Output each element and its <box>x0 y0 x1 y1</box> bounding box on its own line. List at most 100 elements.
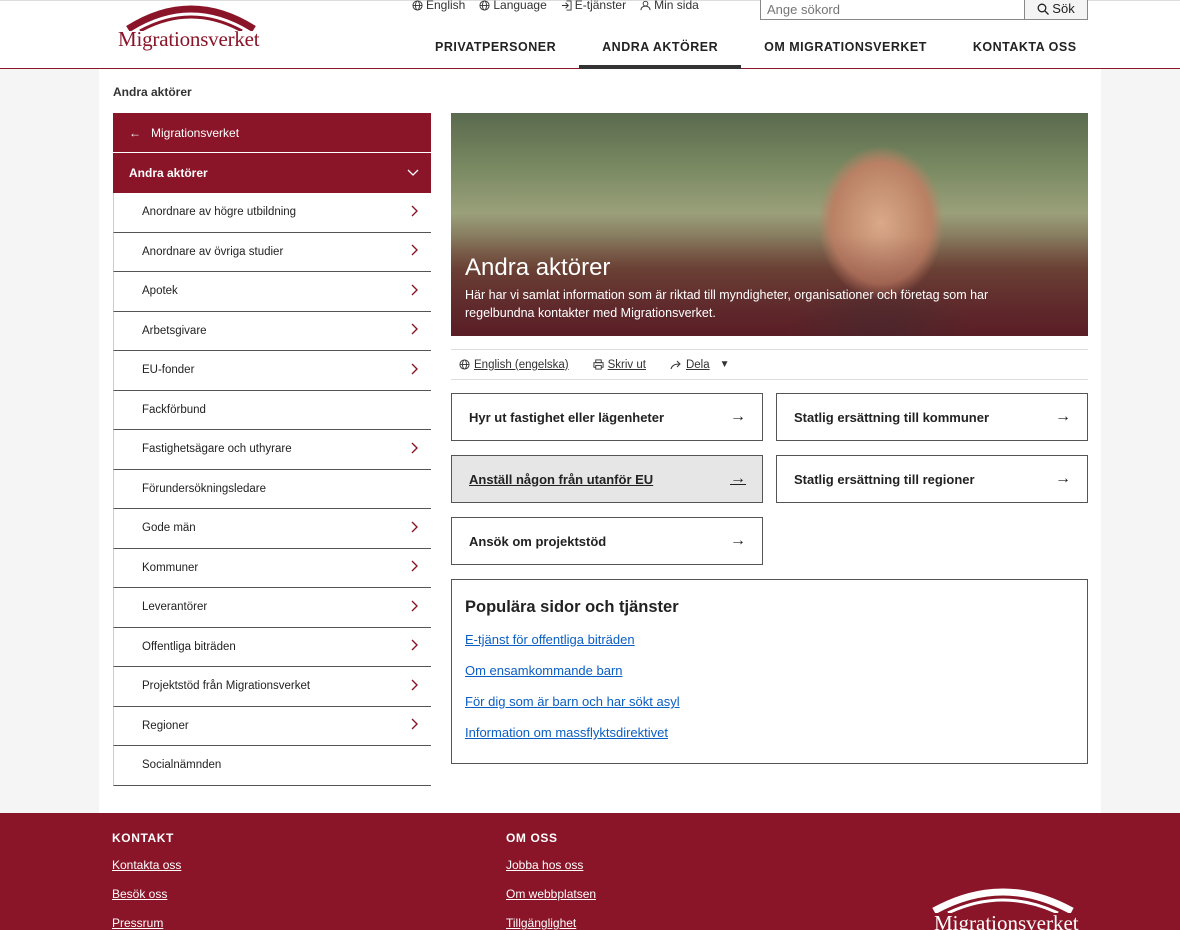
search-icon <box>1037 3 1050 15</box>
sidenav-item-label: Offentliga biträden <box>142 640 236 653</box>
search-button[interactable]: Sök <box>1024 0 1088 20</box>
footer-logo[interactable]: Migrationsverket <box>930 883 1080 930</box>
sidenav-item[interactable]: Anordnare av högre utbildning <box>113 193 431 233</box>
breadcrumb[interactable]: Andra aktörer <box>113 85 192 99</box>
hero-banner: Andra aktörer Här har vi samlat informat… <box>451 113 1088 336</box>
site-header: Migrationsverket English Language E-tjän… <box>0 0 1180 69</box>
toplink-etjanster[interactable]: E-tjänster <box>561 0 626 12</box>
popular-link[interactable]: För dig som är barn och har sökt asyl <box>465 694 1074 709</box>
toplink-english[interactable]: English <box>412 0 465 12</box>
chevron-right-icon <box>411 362 419 379</box>
sidenav-current-label: Andra aktörer <box>129 166 208 180</box>
card-label: Ansök om projektstöd <box>469 533 607 549</box>
nav-om-migrationsverket[interactable]: OM MIGRATIONSVERKET <box>741 28 950 69</box>
share-button[interactable]: Dela ▼ <box>670 359 730 371</box>
print-link[interactable]: Skriv ut <box>593 359 646 371</box>
card-hyr-ut[interactable]: Hyr ut fastighet eller lägenheter → <box>451 393 763 441</box>
main-nav: PRIVATPERSONER ANDRA AKTÖRER OM MIGRATIO… <box>412 28 1100 69</box>
hero-title: Andra aktörer <box>465 254 611 281</box>
english-link-label: English (engelska) <box>474 358 569 371</box>
page-content: Andra aktörer ← Migrationsverket Andra a… <box>99 69 1101 813</box>
sidenav-item[interactable]: Kommuner <box>113 548 431 588</box>
logo-arc-icon <box>932 888 1074 915</box>
footer-omoss: OM OSS Jobba hos oss Om webbplatsen Till… <box>506 831 596 930</box>
sidenav-back-label: Migrationsverket <box>151 125 240 140</box>
user-icon <box>640 0 651 10</box>
popular-link[interactable]: Om ensamkommande barn <box>465 663 1074 678</box>
footer-logo-text: Migrationsverket <box>934 911 1079 930</box>
chevron-right-icon <box>411 322 419 339</box>
footer-link[interactable]: Om webbplatsen <box>506 887 596 901</box>
site-footer: KONTAKT Kontakta oss Besök oss Pressrum … <box>0 813 1180 930</box>
chevron-right-icon <box>411 717 419 734</box>
sidenav-item-label: Anordnare av övriga studier <box>142 245 284 258</box>
sidenav-item[interactable]: Fackförbund <box>113 390 431 430</box>
nav-privatpersoner[interactable]: PRIVATPERSONER <box>412 28 579 69</box>
login-icon <box>561 0 572 11</box>
printer-icon <box>593 359 604 370</box>
nav-kontakta-oss[interactable]: KONTAKTA OSS <box>950 28 1100 69</box>
sidenav-item-label: Fastighetsägare och uthyrare <box>142 443 292 456</box>
print-link-label: Skriv ut <box>607 358 646 371</box>
toplink-minsida[interactable]: Min sida <box>640 0 699 12</box>
sidenav-item[interactable]: Apotek <box>113 272 431 312</box>
chevron-down-icon <box>407 169 419 176</box>
english-link[interactable]: English (engelska) <box>459 359 569 371</box>
nav-andra-aktorer[interactable]: ANDRA AKTÖRER <box>579 28 742 69</box>
sidenav-item[interactable]: Anordnare av övriga studier <box>113 232 431 272</box>
chevron-right-icon <box>411 678 419 695</box>
chevron-right-icon <box>411 441 419 458</box>
sidenav-item-label: Projektstöd från Migrationsverket <box>142 680 311 693</box>
sidenav-item[interactable]: Socialnämnden <box>113 746 431 786</box>
sidenav-item-label: Leverantörer <box>142 601 208 614</box>
sidenav-item-label: Regioner <box>142 719 189 732</box>
chevron-right-icon <box>411 638 419 655</box>
sidenav-current[interactable]: Andra aktörer <box>113 153 431 193</box>
sidenav-item[interactable]: Leverantörer <box>113 588 431 628</box>
search-button-label: Sök <box>1052 1 1075 16</box>
search-input[interactable] <box>760 0 1024 20</box>
sidenav-item-label: Fackförbund <box>142 403 206 416</box>
hero-text: Här har vi samlat information som är rik… <box>465 288 989 320</box>
share-label: Dela <box>685 358 710 371</box>
sidenav-list: Anordnare av högre utbildning Anordnare a… <box>113 193 431 786</box>
sidenav-item[interactable]: EU-fonder <box>113 351 431 391</box>
chevron-right-icon <box>411 204 419 221</box>
popular-link[interactable]: E-tjänst för offentliga biträden <box>465 632 1074 647</box>
sidenav-item-label: Arbetsgivare <box>142 324 207 337</box>
toplink-language-label: Language <box>493 0 547 12</box>
sidenav-back-link[interactable]: ← Migrationsverket <box>113 113 431 153</box>
card-statlig-regioner[interactable]: Statlig ersättning till regioner → <box>776 455 1088 503</box>
arrow-right-icon: → <box>1055 470 1071 487</box>
card-statlig-kommuner[interactable]: Statlig ersättning till kommuner → <box>776 393 1088 441</box>
sidenav-item-label: Socialnämnden <box>142 759 222 772</box>
card-label: Statlig ersättning till kommuner <box>794 409 990 425</box>
top-links: English Language E-tjänster Min sida <box>412 0 699 12</box>
footer-link[interactable]: Pressrum <box>112 916 181 930</box>
card-anstall[interactable]: Anställ någon från utanför EU → <box>451 455 763 503</box>
sidenav-item[interactable]: Projektstöd från Migrationsverket <box>113 667 431 707</box>
popular-link[interactable]: Information om massflyktsdirektivet <box>465 725 1074 740</box>
side-navigation: ← Migrationsverket Andra aktörer Anordna… <box>113 113 431 786</box>
arrow-right-icon: → <box>730 532 746 549</box>
arrow-right-icon: → <box>730 408 746 425</box>
footer-link[interactable]: Tillgänglighet <box>506 916 596 930</box>
sidenav-item[interactable]: Förundersökningsledare <box>113 469 431 509</box>
sidenav-item[interactable]: Arbetsgivare <box>113 311 431 351</box>
footer-link[interactable]: Kontakta oss <box>112 858 181 872</box>
footer-link[interactable]: Besök oss <box>112 887 181 901</box>
site-logo[interactable]: Migrationsverket <box>118 1 263 57</box>
arrow-left-icon: ← <box>129 125 141 140</box>
globe-icon <box>479 0 490 11</box>
footer-link[interactable]: Jobba hos oss <box>506 858 596 872</box>
sidenav-item[interactable]: Offentliga biträden <box>113 627 431 667</box>
footer-kontakt-title: KONTAKT <box>112 831 174 845</box>
toplink-language[interactable]: Language <box>479 0 547 12</box>
sidenav-item-label: Anordnare av högre utbildning <box>142 206 297 219</box>
popular-title: Populära sidor och tjänster <box>465 598 679 616</box>
sidenav-item[interactable]: Regioner <box>113 706 431 746</box>
card-projektstod[interactable]: Ansök om projektstöd → <box>451 517 763 565</box>
sidenav-item[interactable]: Gode män <box>113 509 431 549</box>
sidenav-item[interactable]: Fastighetsägare och uthyrare <box>113 430 431 470</box>
share-icon <box>670 360 681 370</box>
